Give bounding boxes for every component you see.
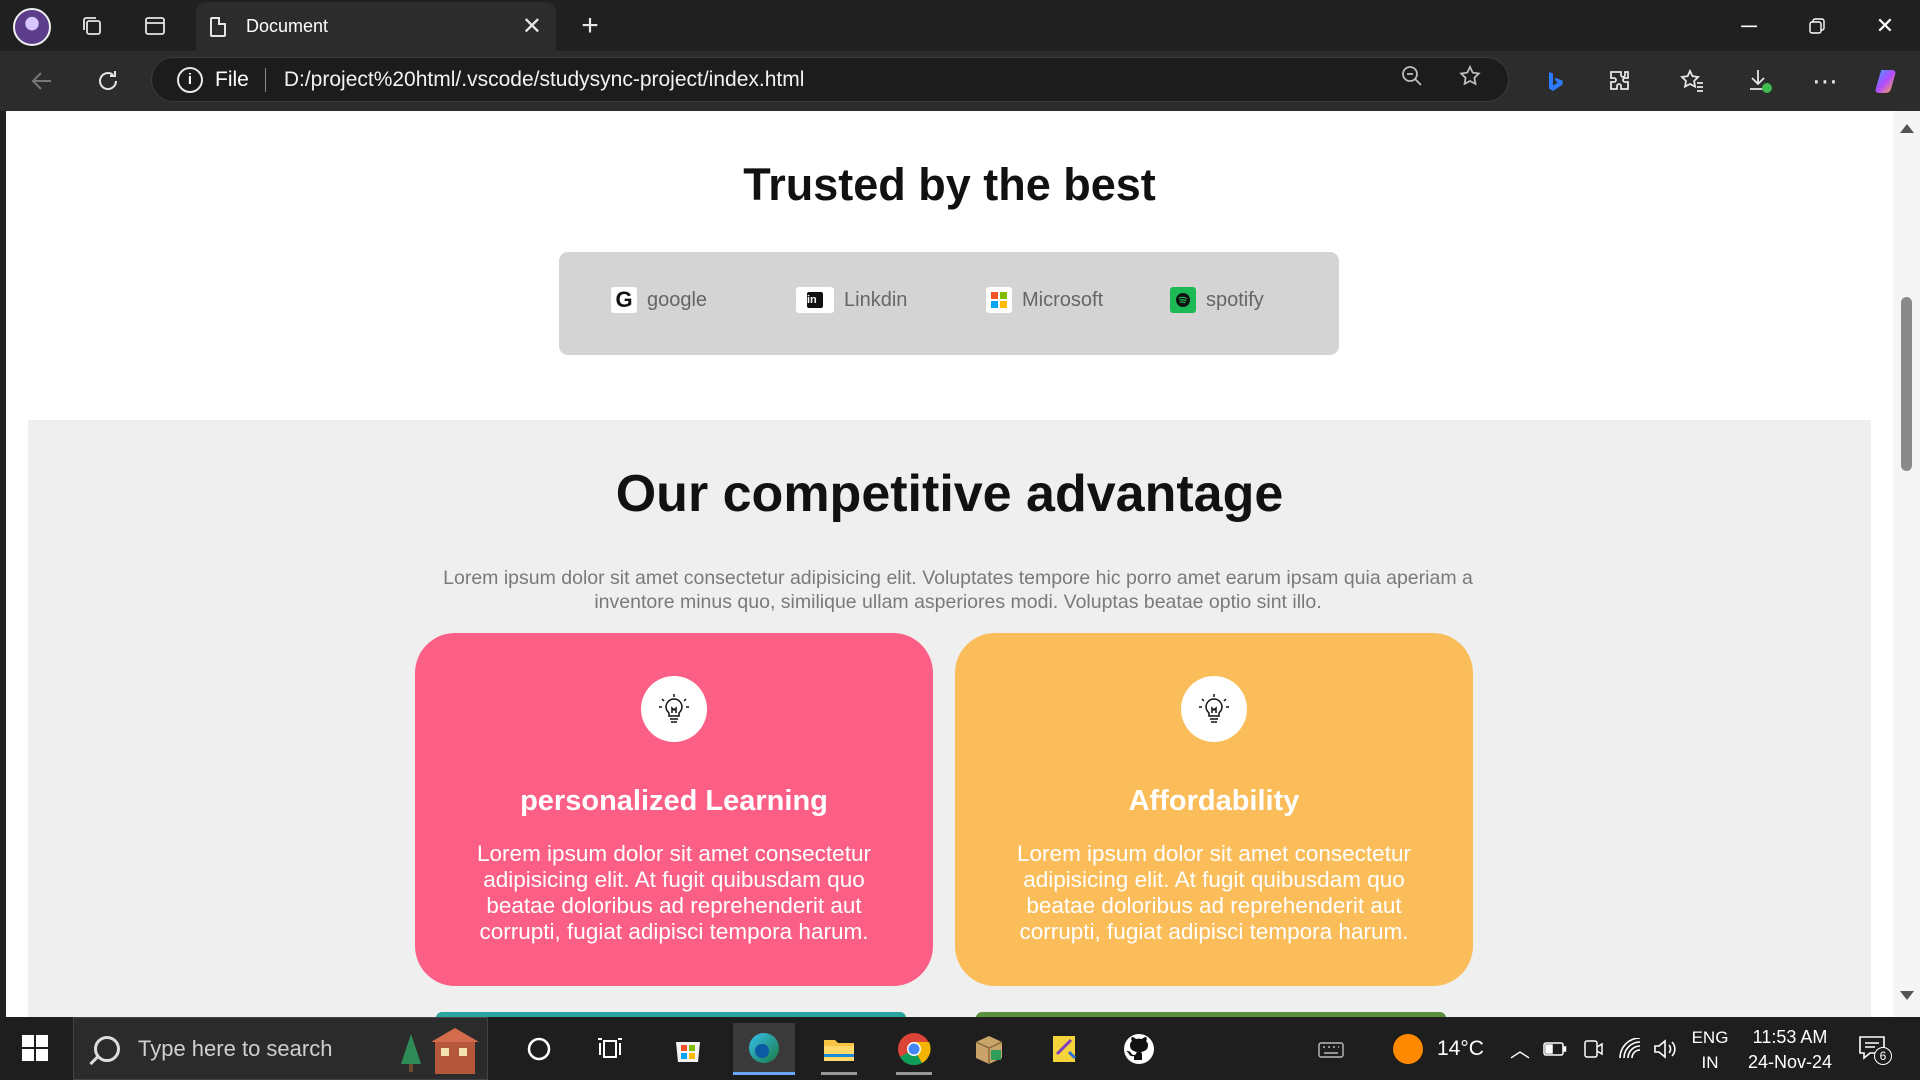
restore-icon[interactable] xyxy=(1783,0,1851,51)
wifi-icon[interactable] xyxy=(1618,1017,1642,1080)
zoom-out-icon[interactable] xyxy=(1400,64,1424,95)
language-code: ENG xyxy=(1691,1028,1729,1047)
system-clock[interactable]: 11:53 AM 24-Nov-24 xyxy=(1740,1025,1840,1075)
microsoft-icon xyxy=(986,287,1012,313)
copilot-icon[interactable] xyxy=(1866,61,1906,101)
file-explorer-icon[interactable] xyxy=(808,1023,870,1075)
search-highlight-icon xyxy=(401,1028,479,1074)
windows-start-icon[interactable] xyxy=(22,1035,48,1061)
windows-taskbar: Type here to search 14°C ︿ ENG IN 11:53 … xyxy=(0,1017,1920,1080)
touch-keyboard-icon[interactable] xyxy=(1318,1017,1344,1080)
card-text: Lorem ipsum dolor sit amet consectetur a… xyxy=(477,841,871,944)
weather-widget[interactable]: 14°C xyxy=(1393,1017,1484,1080)
task-view-icon[interactable] xyxy=(580,1023,642,1075)
workspaces-icon[interactable] xyxy=(72,6,112,46)
refresh-icon[interactable] xyxy=(88,61,128,101)
address-bar[interactable]: i File D:/project%20html/.vscode/studysy… xyxy=(151,57,1509,102)
new-tab-icon[interactable]: + xyxy=(570,6,610,46)
meet-now-icon[interactable] xyxy=(1582,1017,1604,1080)
package-app-icon[interactable] xyxy=(958,1023,1020,1075)
back-icon[interactable] xyxy=(22,61,62,101)
clock-date: 24-Nov-24 xyxy=(1747,1052,1833,1072)
logo-google: G google xyxy=(611,287,707,313)
sun-icon xyxy=(1393,1033,1423,1064)
sticky-tools-icon[interactable] xyxy=(1033,1023,1095,1075)
search-placeholder: Type here to search xyxy=(138,1035,333,1061)
language-indicator[interactable]: ENG IN xyxy=(1688,1025,1732,1075)
bing-icon[interactable] xyxy=(1535,61,1575,101)
show-hidden-icons-icon[interactable]: ︿ xyxy=(1510,1017,1530,1080)
logo-spotify: spotify xyxy=(1170,287,1264,313)
lightbulb-icon xyxy=(641,676,707,742)
card-personalized-learning: personalized Learning Lorem ipsum dolor … xyxy=(415,633,933,986)
omnibox-separator xyxy=(264,67,266,92)
advantage-section: Our competitive advantage Lorem ipsum do… xyxy=(28,420,1871,1017)
browser-tab[interactable]: Document ✕ xyxy=(196,2,556,51)
logo-label: Microsoft xyxy=(1022,288,1104,311)
volume-icon[interactable] xyxy=(1652,1017,1678,1080)
card-affordability: Affordability Lorem ipsum dolor sit amet… xyxy=(955,633,1473,986)
more-options-icon[interactable]: ⋯ xyxy=(1805,61,1845,101)
logo-label: google xyxy=(647,288,708,311)
url-text[interactable]: D:/project%20html/.vscode/studysync-proj… xyxy=(284,68,805,92)
region-code: IN xyxy=(1701,1053,1719,1072)
search-icon xyxy=(94,1035,120,1062)
tab-actions-icon[interactable] xyxy=(135,6,175,46)
close-window-icon[interactable]: ✕ xyxy=(1851,0,1919,51)
page-scrollbar[interactable] xyxy=(1893,111,1920,1017)
card-title: Affordability xyxy=(1128,785,1300,817)
favorites-icon[interactable] xyxy=(1672,61,1712,101)
tab-title: Document xyxy=(246,16,329,36)
logo-linkedin: in Linkdin xyxy=(796,287,907,313)
partner-logos: G google in Linkdin Microsoft spotify xyxy=(559,252,1339,355)
taskbar-search[interactable]: Type here to search xyxy=(73,1017,488,1080)
scroll-thumb[interactable] xyxy=(1901,297,1912,471)
google-icon: G xyxy=(611,287,637,313)
site-info-icon[interactable]: i xyxy=(177,66,203,93)
scheme-label: File xyxy=(215,67,249,91)
logo-microsoft: Microsoft xyxy=(986,287,1103,313)
clock-time: 11:53 AM xyxy=(1752,1027,1828,1047)
page-viewport: Trusted by the best G google in Linkdin … xyxy=(6,111,1893,1017)
notification-center-icon[interactable]: 6 xyxy=(1856,1031,1892,1067)
card-text: Lorem ipsum dolor sit amet consectetur a… xyxy=(1017,841,1411,944)
favorite-star-icon[interactable] xyxy=(1458,64,1482,95)
minimize-icon[interactable]: ─ xyxy=(1715,0,1783,51)
browser-toolbar: i File D:/project%20html/.vscode/studysy… xyxy=(0,51,1920,111)
card-title: personalized Learning xyxy=(520,785,828,817)
spotify-icon xyxy=(1170,287,1196,313)
downloads-icon[interactable] xyxy=(1740,61,1780,101)
lightbulb-icon xyxy=(1181,676,1247,742)
linkedin-icon: in xyxy=(796,287,834,313)
extensions-icon[interactable] xyxy=(1600,61,1640,101)
logo-label: Linkdin xyxy=(844,288,908,311)
battery-icon[interactable] xyxy=(1543,1017,1567,1080)
profile-avatar[interactable] xyxy=(13,8,51,46)
browser-titlebar: Document ✕ + ─ ✕ xyxy=(0,0,1920,51)
scroll-up-icon[interactable] xyxy=(1900,124,1914,133)
cortana-icon[interactable] xyxy=(508,1023,570,1075)
github-icon[interactable] xyxy=(1108,1023,1170,1075)
logo-label: spotify xyxy=(1206,288,1264,311)
microsoft-store-icon[interactable] xyxy=(657,1023,719,1075)
scroll-down-icon[interactable] xyxy=(1900,991,1914,1000)
edge-taskbar-icon[interactable] xyxy=(733,1023,795,1075)
close-tab-icon[interactable]: ✕ xyxy=(522,12,542,41)
weather-temp: 14°C xyxy=(1437,1036,1484,1060)
chrome-icon[interactable] xyxy=(883,1023,945,1075)
advantage-description: Lorem ipsum dolor sit amet consectetur a… xyxy=(443,567,1473,613)
advantage-heading: Our competitive advantage xyxy=(615,465,1284,523)
trusted-heading: Trusted by the best xyxy=(743,159,1156,210)
document-icon xyxy=(210,16,226,37)
notification-count: 6 xyxy=(1874,1047,1892,1065)
